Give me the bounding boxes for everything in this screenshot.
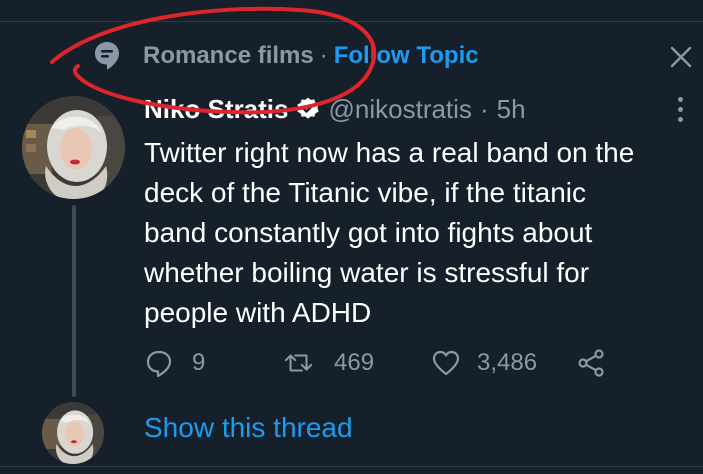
bottom-divider	[0, 466, 703, 467]
topic-label[interactable]: Romance films	[143, 42, 314, 70]
topic-row: Romance films · Follow Topic	[92, 40, 479, 72]
heart-icon	[431, 348, 461, 378]
close-icon[interactable]	[666, 42, 696, 72]
more-vertical-icon[interactable]	[668, 94, 692, 124]
retweet-icon	[284, 348, 314, 378]
tweet-timestamp[interactable]: 5h	[497, 94, 526, 125]
topic-bubble-icon	[92, 40, 122, 72]
reply-icon	[144, 348, 174, 378]
topic-separator: ·	[319, 42, 328, 69]
show-thread-link[interactable]: Show this thread	[144, 412, 353, 444]
author-name[interactable]: Niko Stratis	[144, 94, 289, 125]
avatar[interactable]	[22, 96, 125, 199]
tweet-text: Twitter right now has a real band on the…	[144, 137, 635, 328]
like-count: 3,486	[477, 349, 538, 376]
thread-avatar[interactable]	[42, 402, 104, 464]
reply-count: 9	[192, 349, 206, 376]
share-icon	[576, 348, 606, 378]
header-separator: ·	[479, 93, 489, 124]
top-divider	[0, 21, 703, 22]
reply-button[interactable]: 9	[144, 348, 205, 378]
verified-badge-icon	[295, 96, 321, 122]
author-handle[interactable]: @nikostratis	[329, 94, 472, 125]
retweet-button[interactable]: 469	[284, 348, 374, 378]
follow-topic-link[interactable]: Follow Topic	[334, 42, 479, 70]
retweet-count: 469	[334, 349, 375, 376]
tweet-header: Niko Stratis @nikostratis · 5h	[144, 92, 526, 126]
share-button[interactable]	[576, 348, 606, 378]
like-button[interactable]: 3,486	[431, 348, 537, 378]
thread-connector-line	[72, 205, 76, 397]
